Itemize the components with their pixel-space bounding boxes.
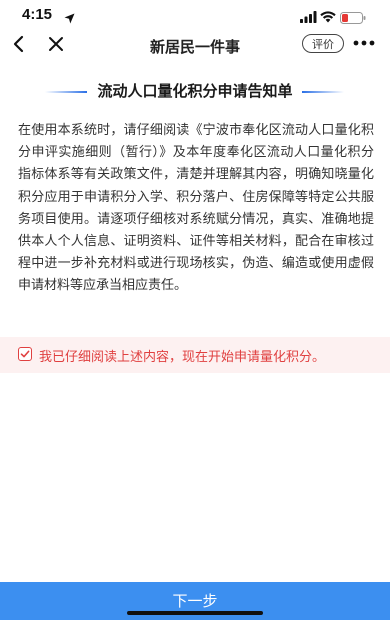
status-time: 4:15 (22, 6, 53, 23)
home-indicator (127, 611, 263, 615)
status-bar: 4:15 (0, 0, 390, 30)
signal-icon (300, 8, 317, 27)
wifi-icon (320, 8, 336, 27)
notice-body-text: 在使用本系统时，请仔细阅读《宁波市奉化区流动人口量化积分申评实施细则（暂行）》及… (18, 123, 374, 294)
battery-icon (340, 9, 366, 28)
more-icon[interactable] (352, 35, 376, 55)
title-decoration-right (302, 91, 344, 93)
nav-bar: 新居民一件事 评价 (0, 30, 390, 62)
consent-row[interactable]: 我已仔细阅读上述内容，现在开始申请量化积分。 (0, 337, 390, 373)
status-icons (300, 8, 370, 24)
consent-label[interactable]: 我已仔细阅读上述内容，现在开始申请量化积分。 (39, 346, 325, 365)
rate-button[interactable]: 评价 (302, 34, 344, 53)
location-arrow-icon (64, 9, 75, 28)
notice-title-section: 流动人口量化积分申请告知单 (0, 80, 390, 102)
checkbox-checked-icon[interactable] (18, 347, 32, 361)
